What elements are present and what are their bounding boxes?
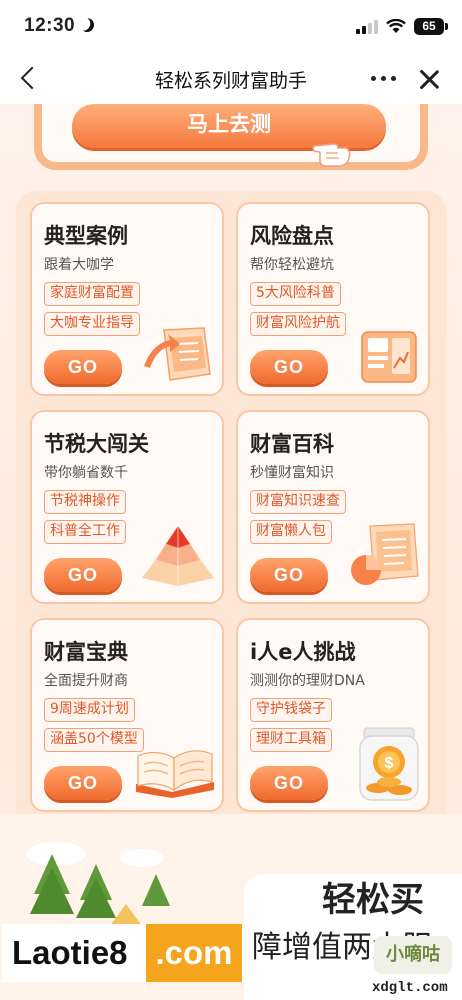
card-title: 财富宝典 (44, 640, 128, 664)
documents-pie-icon (351, 523, 419, 585)
battery-icon: 65 (414, 18, 448, 35)
go-button[interactable]: GO (44, 766, 122, 800)
card-tag: 9周速成计划 (44, 698, 135, 722)
card-tag: 财富风险护航 (250, 312, 346, 336)
open-book-icon (136, 750, 214, 798)
card-subtitle: 带你躺省数千 (44, 465, 128, 481)
go-button[interactable]: GO (44, 350, 122, 384)
chart-board-icon (361, 331, 417, 383)
status-icons: 65 (356, 18, 448, 35)
card-subtitle: 秒懂财富知识 (250, 465, 334, 481)
card-ie-challenge[interactable]: i人e人挑战 测测你的理财DNA 守护钱袋子 理财工具箱 GO $ (236, 618, 430, 812)
pyramid-icon (142, 526, 214, 586)
wifi-icon (386, 19, 406, 33)
feature-grid: 典型案例 跟着大咖学 家庭财富配置 大咖专业指导 GO 风险盘点 帮你轻松避坑 … (16, 190, 446, 920)
card-tag: 家庭财富配置 (44, 282, 140, 306)
documents-arrow-icon (144, 327, 211, 381)
watermark-site: xdglt.com (372, 980, 448, 996)
card-typical-cases[interactable]: 典型案例 跟着大咖学 家庭财富配置 大咖专业指导 GO (30, 202, 224, 396)
card-subtitle: 帮你轻松避坑 (250, 257, 334, 273)
status-bar: 12:30 65 (0, 0, 462, 54)
close-icon[interactable] (418, 68, 440, 90)
card-title: 财富百科 (250, 432, 334, 456)
card-title: i人e人挑战 (250, 640, 356, 664)
card-title: 节税大闯关 (44, 432, 149, 456)
card-tag: 理财工具箱 (250, 728, 332, 752)
watermark-badge: .com (146, 924, 242, 982)
card-tag: 科普全工作 (44, 520, 126, 544)
watermark-logo: 小嘀咕 (374, 936, 452, 974)
go-button[interactable]: GO (250, 350, 328, 384)
status-time: 12:30 (24, 15, 76, 36)
card-title: 风险盘点 (250, 224, 334, 248)
card-tag: 守护钱袋子 (250, 698, 332, 722)
pointing-hand-icon (312, 143, 351, 167)
coin-jar-icon: $ (359, 727, 419, 801)
go-button[interactable]: GO (250, 766, 328, 800)
card-tag: 大咖专业指导 (44, 312, 140, 336)
card-tag: 5大风险科普 (250, 282, 341, 306)
card-subtitle: 跟着大咖学 (44, 257, 114, 273)
more-icon[interactable] (371, 76, 396, 81)
card-title: 典型案例 (44, 224, 128, 248)
card-tag: 财富懒人包 (250, 520, 332, 544)
main-content: 马上去测 典型案例 跟着大咖学 家庭财富配置 大咖专业指导 GO 风险盘点 帮你… (0, 104, 462, 1000)
nav-bar: 轻松系列财富助手 (0, 54, 462, 104)
go-button[interactable]: GO (250, 558, 328, 592)
card-tag: 涵盖50个模型 (44, 728, 144, 752)
card-tag: 节税神操作 (44, 490, 126, 514)
card-tag: 财富知识速查 (250, 490, 346, 514)
go-button[interactable]: GO (44, 558, 122, 592)
card-risk-review[interactable]: 风险盘点 帮你轻松避坑 5大风险科普 财富风险护航 GO (236, 202, 430, 396)
moon-icon (78, 16, 96, 34)
card-wealth-wiki[interactable]: 财富百科 秒懂财富知识 财富知识速查 财富懒人包 GO (236, 410, 430, 604)
svg-text:$: $ (385, 755, 394, 772)
card-subtitle: 测测你的理财DNA (250, 673, 365, 689)
card-subtitle: 全面提升财商 (44, 673, 128, 689)
card-wealth-handbook[interactable]: 财富宝典 全面提升财商 9周速成计划 涵盖50个模型 GO (30, 618, 224, 812)
card-tax-challenge[interactable]: 节税大闯关 带你躺省数千 节税神操作 科普全工作 GO (30, 410, 224, 604)
banner-title: 轻松买 (322, 880, 424, 920)
signal-icon (356, 19, 378, 34)
